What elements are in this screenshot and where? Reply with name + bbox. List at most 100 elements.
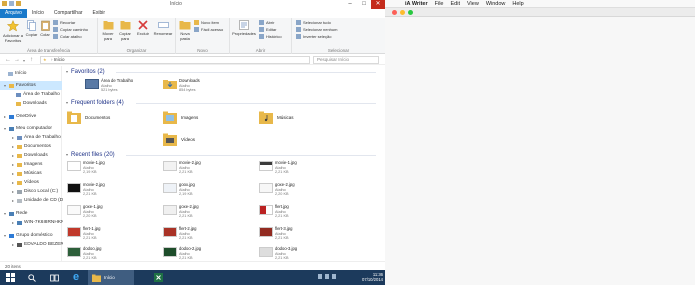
- paste-button[interactable]: Colar: [39, 20, 51, 37]
- downloads-folder-icon: [163, 80, 177, 89]
- menu-file[interactable]: File: [435, 1, 444, 7]
- image-thumbnail: [67, 247, 81, 257]
- new-folder-icon[interactable]: [16, 1, 21, 6]
- open-button[interactable]: Abrir: [259, 20, 274, 25]
- recent-files-heading[interactable]: ▾ Recent files (20): [66, 152, 376, 158]
- edit-button[interactable]: Editar: [259, 27, 276, 32]
- history-button[interactable]: Histórico: [259, 34, 282, 39]
- zoom-window-icon[interactable]: [408, 10, 413, 15]
- minimize-window-icon[interactable]: [400, 10, 405, 15]
- clock[interactable]: 11:36 07/10/2014: [362, 272, 383, 282]
- nav-item-favoritos[interactable]: ▾ Favoritos: [0, 81, 62, 90]
- delete-button[interactable]: Excluir: [135, 20, 151, 36]
- back-arrow-icon[interactable]: ←: [5, 57, 11, 63]
- properties-button[interactable]: Propriedades: [231, 20, 257, 36]
- select-none-button[interactable]: Selecionar nenhum: [296, 27, 337, 32]
- nav-item-musicas[interactable]: ▸ Músicas: [12, 169, 42, 178]
- favorite-item[interactable]: Downloads Atalho 854 bytes: [163, 78, 200, 93]
- favorites-heading[interactable]: ▾ Favoritos (2): [66, 69, 376, 75]
- nav-item-pc-area-de-trabalho[interactable]: ▸ Área de Trabalho: [12, 133, 61, 142]
- taskbar-task-view-button[interactable]: [44, 270, 64, 285]
- nav-item-pc-downloads[interactable]: ▸ Downloads: [12, 151, 48, 160]
- pin-favorites-button[interactable]: Adicionar a Favoritos: [2, 20, 24, 43]
- menu-view[interactable]: View: [467, 1, 479, 7]
- recent-file-item[interactable]: flert.jpg Atalho 2,21 KB: [259, 204, 289, 219]
- recent-file-item[interactable]: goxe-2.jpg Atalho 2,20 KB: [259, 182, 295, 197]
- recent-file-item[interactable]: movie-2.jpg Atalho 2,21 KB: [163, 160, 201, 175]
- menu-window[interactable]: Window: [486, 1, 506, 7]
- tab-compartilhar[interactable]: Compartilhar: [49, 9, 88, 18]
- copy-to-button[interactable]: Copiar para: [117, 20, 133, 41]
- folder-icon[interactable]: [2, 1, 7, 6]
- search-input[interactable]: Pesquisar Início: [313, 56, 379, 64]
- nav-item-user[interactable]: ▸ EDVALDO BEZER: [12, 240, 64, 249]
- minimize-button[interactable]: –: [343, 0, 357, 9]
- volume-icon[interactable]: [332, 274, 336, 279]
- invert-selection-button[interactable]: Inverter seleção: [296, 34, 331, 39]
- taskbar-excel-button[interactable]: [148, 270, 168, 285]
- close-button[interactable]: ✕: [371, 0, 385, 9]
- recent-file-item[interactable]: dodoo.jpg Atalho 2,21 KB: [67, 246, 101, 261]
- nav-item-documentos[interactable]: ▸ Documentos: [12, 142, 51, 151]
- nav-item-network-pc[interactable]: ▸ WIN-7K6I8RNHKN: [12, 218, 65, 227]
- move-to-button[interactable]: Mover para: [100, 20, 116, 41]
- recent-file-item[interactable]: movie-1.jpg Atalho 2,21 KB: [259, 160, 297, 175]
- nav-item-videos[interactable]: ▸ Vídeos: [12, 178, 39, 187]
- nav-item-meu-computador[interactable]: ▾ Meu computador: [4, 124, 52, 133]
- select-all-button[interactable]: Selecionar tudo: [296, 20, 331, 25]
- menu-edit[interactable]: Edit: [451, 1, 460, 7]
- favorite-item[interactable]: Área de Trabalho Atalho 521 bytes: [85, 78, 133, 93]
- frequent-folder-item[interactable]: Vídeos: [163, 133, 195, 146]
- taskbar-ie-button[interactable]: e: [66, 270, 86, 285]
- properties-icon[interactable]: [9, 1, 14, 6]
- tab-exibir[interactable]: Exibir: [88, 9, 111, 18]
- nav-item-grupo-domestico[interactable]: ▾ Grupo doméstico: [4, 231, 53, 240]
- nav-item-onedrive[interactable]: ▸ OneDrive: [4, 112, 36, 121]
- taskbar-explorer-button[interactable]: Início: [88, 270, 134, 285]
- nav-item-rede[interactable]: ▾ Rede: [4, 209, 27, 218]
- network-status-icon[interactable]: [325, 274, 329, 279]
- cut-button[interactable]: Recortar: [53, 20, 75, 25]
- recent-file-item[interactable]: movie-2.jpg Atalho 2,21 KB: [67, 182, 105, 197]
- menu-help[interactable]: Help: [512, 1, 523, 7]
- recent-file-item[interactable]: dodoo-2.jpg Atalho 2,21 KB: [163, 246, 201, 261]
- new-folder-button[interactable]: Nova pasta: [178, 20, 192, 41]
- menu-app-name[interactable]: iA Writer: [405, 1, 428, 7]
- taskbar-search-button[interactable]: [22, 270, 42, 285]
- nav-item-disco-local[interactable]: ▸ Disco Local (C:): [12, 187, 58, 196]
- recent-locations-chevron-icon[interactable]: ▾: [23, 58, 25, 64]
- nav-item-inicio[interactable]: Início: [8, 69, 26, 78]
- frequent-folder-item[interactable]: Imagens: [163, 111, 198, 124]
- recent-file-item[interactable]: movie-1.jpg Atalho 2,19 KB: [67, 160, 105, 175]
- new-item-button[interactable]: Novo item: [194, 20, 219, 25]
- easy-access-button[interactable]: Fácil acesso: [194, 27, 223, 32]
- frequent-folder-item[interactable]: Documentos: [67, 111, 110, 124]
- recent-file-item[interactable]: goxe-1.jpg Atalho 2,20 KB: [67, 204, 103, 219]
- frequent-folders-heading[interactable]: ▾ Frequent folders (4): [66, 100, 376, 106]
- maximize-button[interactable]: □: [357, 0, 371, 9]
- recent-file-item[interactable]: flert-3.jpg Atalho 2,21 KB: [259, 226, 292, 241]
- recent-file-item[interactable]: flert-2.jpg Atalho 2,21 KB: [163, 226, 196, 241]
- tab-arquivo[interactable]: Arquivo: [0, 9, 27, 18]
- nav-item-imagens[interactable]: ▸ Imagens: [12, 160, 42, 169]
- tray-expand-icon[interactable]: [318, 274, 322, 279]
- nav-item-area-de-trabalho[interactable]: Área de Trabalho: [16, 90, 60, 99]
- editor-area[interactable]: [385, 17, 695, 285]
- recent-file-item[interactable]: flert-1.jpg Atalho 2,21 KB: [67, 226, 100, 241]
- up-arrow-icon[interactable]: ↑: [30, 57, 33, 63]
- nav-item-downloads[interactable]: Downloads: [16, 99, 47, 108]
- forward-arrow-icon[interactable]: →: [14, 57, 20, 63]
- nav-item-unidade-cd[interactable]: ▸ Unidade de CD (D:): [12, 196, 66, 205]
- rename-button[interactable]: Renomear: [153, 20, 173, 36]
- copy-button[interactable]: Copiar: [25, 20, 38, 37]
- copy-path-button[interactable]: Copiar caminho: [53, 27, 88, 32]
- close-window-icon[interactable]: [392, 10, 397, 15]
- recent-file-item[interactable]: goxe-2.jpg Atalho 2,21 KB: [163, 204, 199, 219]
- recent-file-item[interactable]: goox.jpg Atalho 2,19 KB: [163, 182, 195, 197]
- address-field[interactable]: ★ › Início: [40, 56, 310, 64]
- recent-file-item[interactable]: dodoo-3.jpg Atalho 2,21 KB: [259, 246, 297, 261]
- frequent-folder-item[interactable]: Músicas: [259, 111, 294, 124]
- windows-start-icon[interactable]: [6, 273, 15, 282]
- tab-inicio[interactable]: Início: [27, 9, 49, 18]
- paste-shortcut-button[interactable]: Colar atalho: [53, 34, 82, 39]
